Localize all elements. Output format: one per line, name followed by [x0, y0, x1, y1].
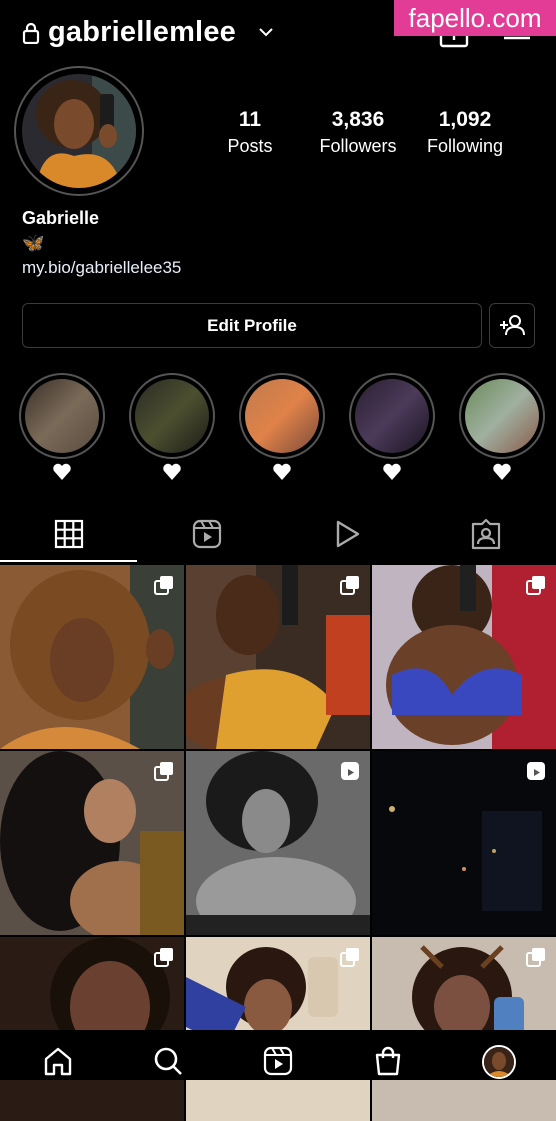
carousel-icon: [340, 576, 359, 595]
profile-avatar[interactable]: [482, 1045, 516, 1079]
grid-post[interactable]: [186, 937, 370, 1121]
grid-post[interactable]: [372, 751, 556, 935]
active-tab-indicator: [0, 560, 137, 562]
grid-post[interactable]: [372, 937, 556, 1121]
heart-icon: [163, 463, 181, 480]
display-name: Gabrielle: [22, 208, 100, 228]
shop-icon[interactable]: [372, 1045, 404, 1077]
grid-post[interactable]: [0, 937, 184, 1121]
heart-icon: [493, 463, 511, 480]
edit-profile-button[interactable]: Edit Profile: [22, 303, 482, 348]
stat-followers[interactable]: 3,836 Followers: [312, 108, 404, 157]
profile-avatar[interactable]: [22, 74, 136, 188]
heart-icon: [53, 463, 71, 480]
video-icon[interactable]: [331, 518, 363, 550]
carousel-icon: [526, 948, 545, 967]
stat-following-value: 1,092: [438, 108, 492, 131]
stat-followers-label: Followers: [319, 136, 397, 156]
stat-followers-value: 3,836: [331, 108, 385, 131]
chevron-down-icon[interactable]: [258, 26, 274, 38]
stat-posts-value: 11: [238, 108, 262, 131]
grid-post[interactable]: [186, 751, 370, 935]
watermark: fapello.com: [394, 0, 556, 36]
carousel-icon: [154, 576, 173, 595]
story-highlight[interactable]: [239, 373, 325, 459]
story-highlight[interactable]: [129, 373, 215, 459]
grid-post[interactable]: [0, 751, 184, 935]
carousel-icon: [154, 762, 173, 781]
tagged-icon[interactable]: [470, 518, 502, 550]
reel-icon: [341, 762, 359, 780]
stat-following[interactable]: 1,092 Following: [420, 108, 510, 157]
account-username[interactable]: gabriellemlee: [48, 16, 236, 49]
stat-posts-label: Posts: [227, 136, 273, 156]
home-icon[interactable]: [42, 1045, 74, 1077]
reel-icon: [527, 762, 545, 780]
discover-people-button[interactable]: [489, 303, 535, 348]
grid-icon[interactable]: [53, 518, 85, 550]
heart-icon: [273, 463, 291, 480]
stat-following-label: Following: [426, 136, 504, 156]
heart-icon: [383, 463, 401, 480]
story-highlight[interactable]: [349, 373, 435, 459]
reels-icon[interactable]: [191, 518, 223, 550]
add-user-icon: [500, 315, 525, 336]
carousel-icon: [154, 948, 173, 967]
reels-icon[interactable]: [262, 1045, 294, 1077]
carousel-icon: [340, 948, 359, 967]
carousel-icon: [526, 576, 545, 595]
grid-post[interactable]: [186, 565, 370, 749]
bio-emoji: 🦋: [22, 233, 45, 253]
lock-icon: [22, 22, 40, 44]
grid-post[interactable]: [372, 565, 556, 749]
stat-posts[interactable]: 11 Posts: [218, 108, 282, 157]
grid-post[interactable]: [0, 565, 184, 749]
search-icon[interactable]: [152, 1045, 184, 1077]
story-highlight[interactable]: [459, 373, 545, 459]
bio-link[interactable]: my.bio/gabriellelee35: [22, 258, 181, 278]
story-highlight[interactable]: [19, 373, 105, 459]
